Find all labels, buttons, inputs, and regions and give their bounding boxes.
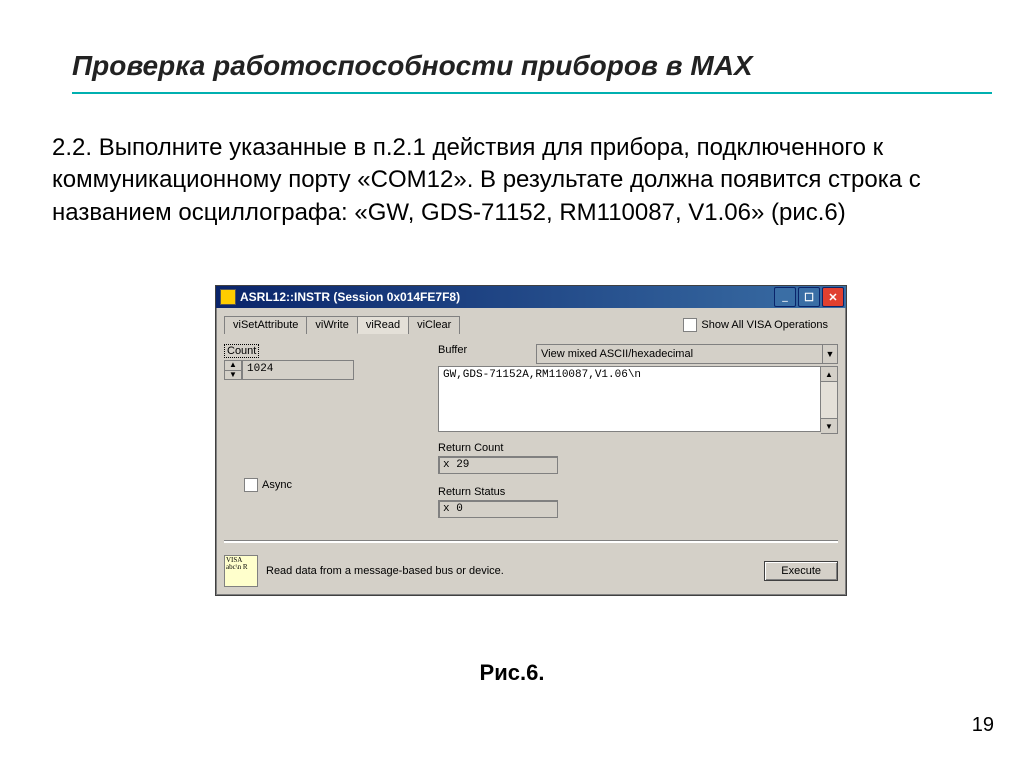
async-row[interactable]: Async: [224, 475, 292, 495]
window-buttons: _ ☐ ✕: [774, 287, 844, 307]
buffer-textarea[interactable]: GW,GDS-71152A,RM110087,V1.06\n: [438, 366, 821, 432]
return-count-group: Return Count x 29 Return Status x 0: [438, 442, 838, 528]
chevron-down-icon: ▼: [822, 345, 837, 363]
slide-body: 2.2. Выполните указанные в п.2.1 действи…: [52, 132, 932, 229]
return-status-label: Return Status: [438, 486, 505, 498]
async-checkbox[interactable]: [244, 478, 258, 492]
show-all-label: Show All VISA Operations: [701, 319, 828, 331]
tab-row: viSetAttribute viWrite viRead viClear Sh…: [224, 316, 838, 334]
tab-viwrite[interactable]: viWrite: [306, 316, 357, 334]
buffer-labels: Buffer View mixed ASCII/hexadecimal ▼: [438, 344, 838, 364]
app-icon: [220, 289, 236, 305]
count-input[interactable]: 1024: [242, 360, 354, 380]
visa-dialog: ASRL12::INSTR (Session 0x014FE7F8) _ ☐ ✕…: [215, 285, 847, 596]
return-count-value: x 29: [438, 456, 558, 474]
tab-viclear[interactable]: viClear: [408, 316, 460, 334]
buffer-scrollbar[interactable]: ▲ ▼: [821, 366, 838, 434]
scroll-track[interactable]: [821, 382, 837, 418]
spinner-arrows[interactable]: ▲ ▼: [224, 360, 242, 380]
visa-icon: VISA abc\n R: [224, 555, 258, 587]
maximize-button[interactable]: ☐: [798, 287, 820, 307]
count-label: Count: [224, 344, 259, 358]
slide-title: Проверка работоспособности приборов в MA…: [72, 50, 753, 82]
async-label: Async: [262, 479, 292, 491]
show-all-checkbox[interactable]: [683, 318, 697, 332]
tab-viread[interactable]: viRead: [357, 316, 409, 334]
close-button[interactable]: ✕: [822, 287, 844, 307]
buffer-group: Buffer View mixed ASCII/hexadecimal ▼ GW…: [438, 344, 838, 434]
count-group: Count ▲ ▼ 1024: [224, 344, 424, 380]
buffer-textarea-wrap: GW,GDS-71152A,RM110087,V1.06\n ▲ ▼: [438, 366, 838, 434]
titlebar-left: ASRL12::INSTR (Session 0x014FE7F8): [220, 289, 460, 305]
page-number: 19: [972, 714, 994, 737]
tab-visetattribute[interactable]: viSetAttribute: [224, 316, 307, 334]
return-count-label: Return Count: [438, 442, 503, 454]
dialog-body: viSetAttribute viWrite viRead viClear Sh…: [216, 308, 846, 595]
minimize-button[interactable]: _: [774, 287, 796, 307]
form-row-mid: Async Return Count x 29 Return Status x …: [224, 442, 838, 528]
count-spinner[interactable]: ▲ ▼ 1024: [224, 360, 354, 380]
return-status-value: x 0: [438, 500, 558, 518]
execute-button[interactable]: Execute: [764, 561, 838, 581]
dialog-footer: VISA abc\n R Read data from a message-ba…: [224, 555, 838, 587]
footer-left: VISA abc\n R Read data from a message-ba…: [224, 555, 504, 587]
buffer-label: Buffer: [438, 344, 467, 362]
title-divider: [72, 92, 992, 94]
form-row-top: Count ▲ ▼ 1024 Buffer View mixed ASCII/h…: [224, 344, 838, 434]
show-all-operations[interactable]: Show All VISA Operations: [683, 318, 828, 332]
scroll-down-icon[interactable]: ▼: [821, 418, 837, 433]
titlebar[interactable]: ASRL12::INSTR (Session 0x014FE7F8) _ ☐ ✕: [216, 286, 846, 308]
divider: [224, 540, 838, 543]
buffer-mode-text: View mixed ASCII/hexadecimal: [537, 348, 822, 360]
footer-hint: Read data from a message-based bus or de…: [266, 565, 504, 577]
spinner-down-icon[interactable]: ▼: [225, 371, 241, 380]
window-title: ASRL12::INSTR (Session 0x014FE7F8): [240, 290, 460, 304]
slide: Проверка работоспособности приборов в MA…: [0, 0, 1024, 767]
tabs: viSetAttribute viWrite viRead viClear: [224, 316, 459, 334]
scroll-up-icon[interactable]: ▲: [821, 367, 837, 382]
buffer-mode-dropdown[interactable]: View mixed ASCII/hexadecimal ▼: [536, 344, 838, 364]
figure-caption: Рис.6.: [0, 660, 1024, 686]
